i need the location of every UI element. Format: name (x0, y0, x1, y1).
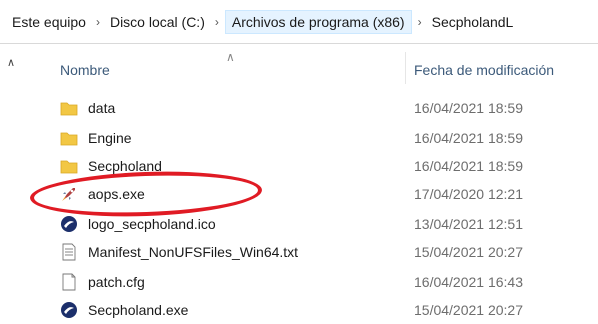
file-row-patch-cfg[interactable]: patch.cfg 16/04/2021 16:43 (40, 270, 598, 294)
text-file-icon (60, 243, 78, 261)
file-name: logo_secpholand.ico (88, 216, 216, 232)
scrollbar[interactable] (0, 50, 22, 322)
file-date: 17/04/2020 12:21 (414, 186, 523, 202)
breadcrumb-este-equipo[interactable]: Este equipo (8, 10, 90, 34)
file-row-engine[interactable]: Engine 16/04/2021 18:59 (40, 126, 598, 150)
breadcrumb-secpholand[interactable]: SecpholandL (428, 10, 518, 34)
column-divider[interactable] (405, 52, 406, 84)
file-row-data[interactable]: data 16/04/2021 18:59 (40, 96, 598, 120)
file-name: Engine (88, 130, 132, 146)
secpholand-logo-icon (60, 215, 78, 233)
breadcrumb-disco-local[interactable]: Disco local (C:) (106, 10, 209, 34)
column-header-name[interactable]: Nombre (60, 62, 110, 78)
file-row-secpholand-exe[interactable]: Secpholand.exe 15/04/2021 20:27 (40, 298, 598, 322)
secpholand-logo-icon (60, 301, 78, 319)
column-header-date[interactable]: Fecha de modificación (414, 62, 554, 78)
file-name: Secpholand.exe (88, 302, 189, 318)
file-date: 16/04/2021 18:59 (414, 100, 523, 116)
file-date: 15/04/2021 20:27 (414, 244, 523, 260)
scroll-up-arrow-icon[interactable]: ∧ (4, 56, 18, 70)
folder-icon (60, 157, 78, 175)
address-bar[interactable]: Este equipo › Disco local (C:) › Archivo… (0, 0, 598, 44)
chevron-right-icon[interactable]: › (418, 15, 422, 29)
file-date: 16/04/2021 18:59 (414, 158, 523, 174)
folder-icon (60, 99, 78, 117)
file-date: 16/04/2021 16:43 (414, 274, 523, 290)
file-name: data (88, 100, 116, 116)
file-row-manifest-txt[interactable]: Manifest_NonUFSFiles_Win64.txt 15/04/202… (40, 240, 598, 264)
file-date: 16/04/2021 18:59 (414, 130, 523, 146)
file-date: 15/04/2021 20:27 (414, 302, 523, 318)
chevron-right-icon[interactable]: › (215, 15, 219, 29)
file-name: patch.cfg (88, 274, 145, 290)
folder-icon (60, 129, 78, 147)
file-date: 13/04/2021 12:51 (414, 216, 523, 232)
file-name: Manifest_NonUFSFiles_Win64.txt (88, 244, 299, 260)
blank-file-icon (60, 273, 78, 291)
chevron-right-icon[interactable]: › (96, 15, 100, 29)
sort-ascending-icon: ∧ (226, 50, 235, 64)
breadcrumb-archivos-de-programa[interactable]: Archivos de programa (x86) (224, 9, 412, 34)
